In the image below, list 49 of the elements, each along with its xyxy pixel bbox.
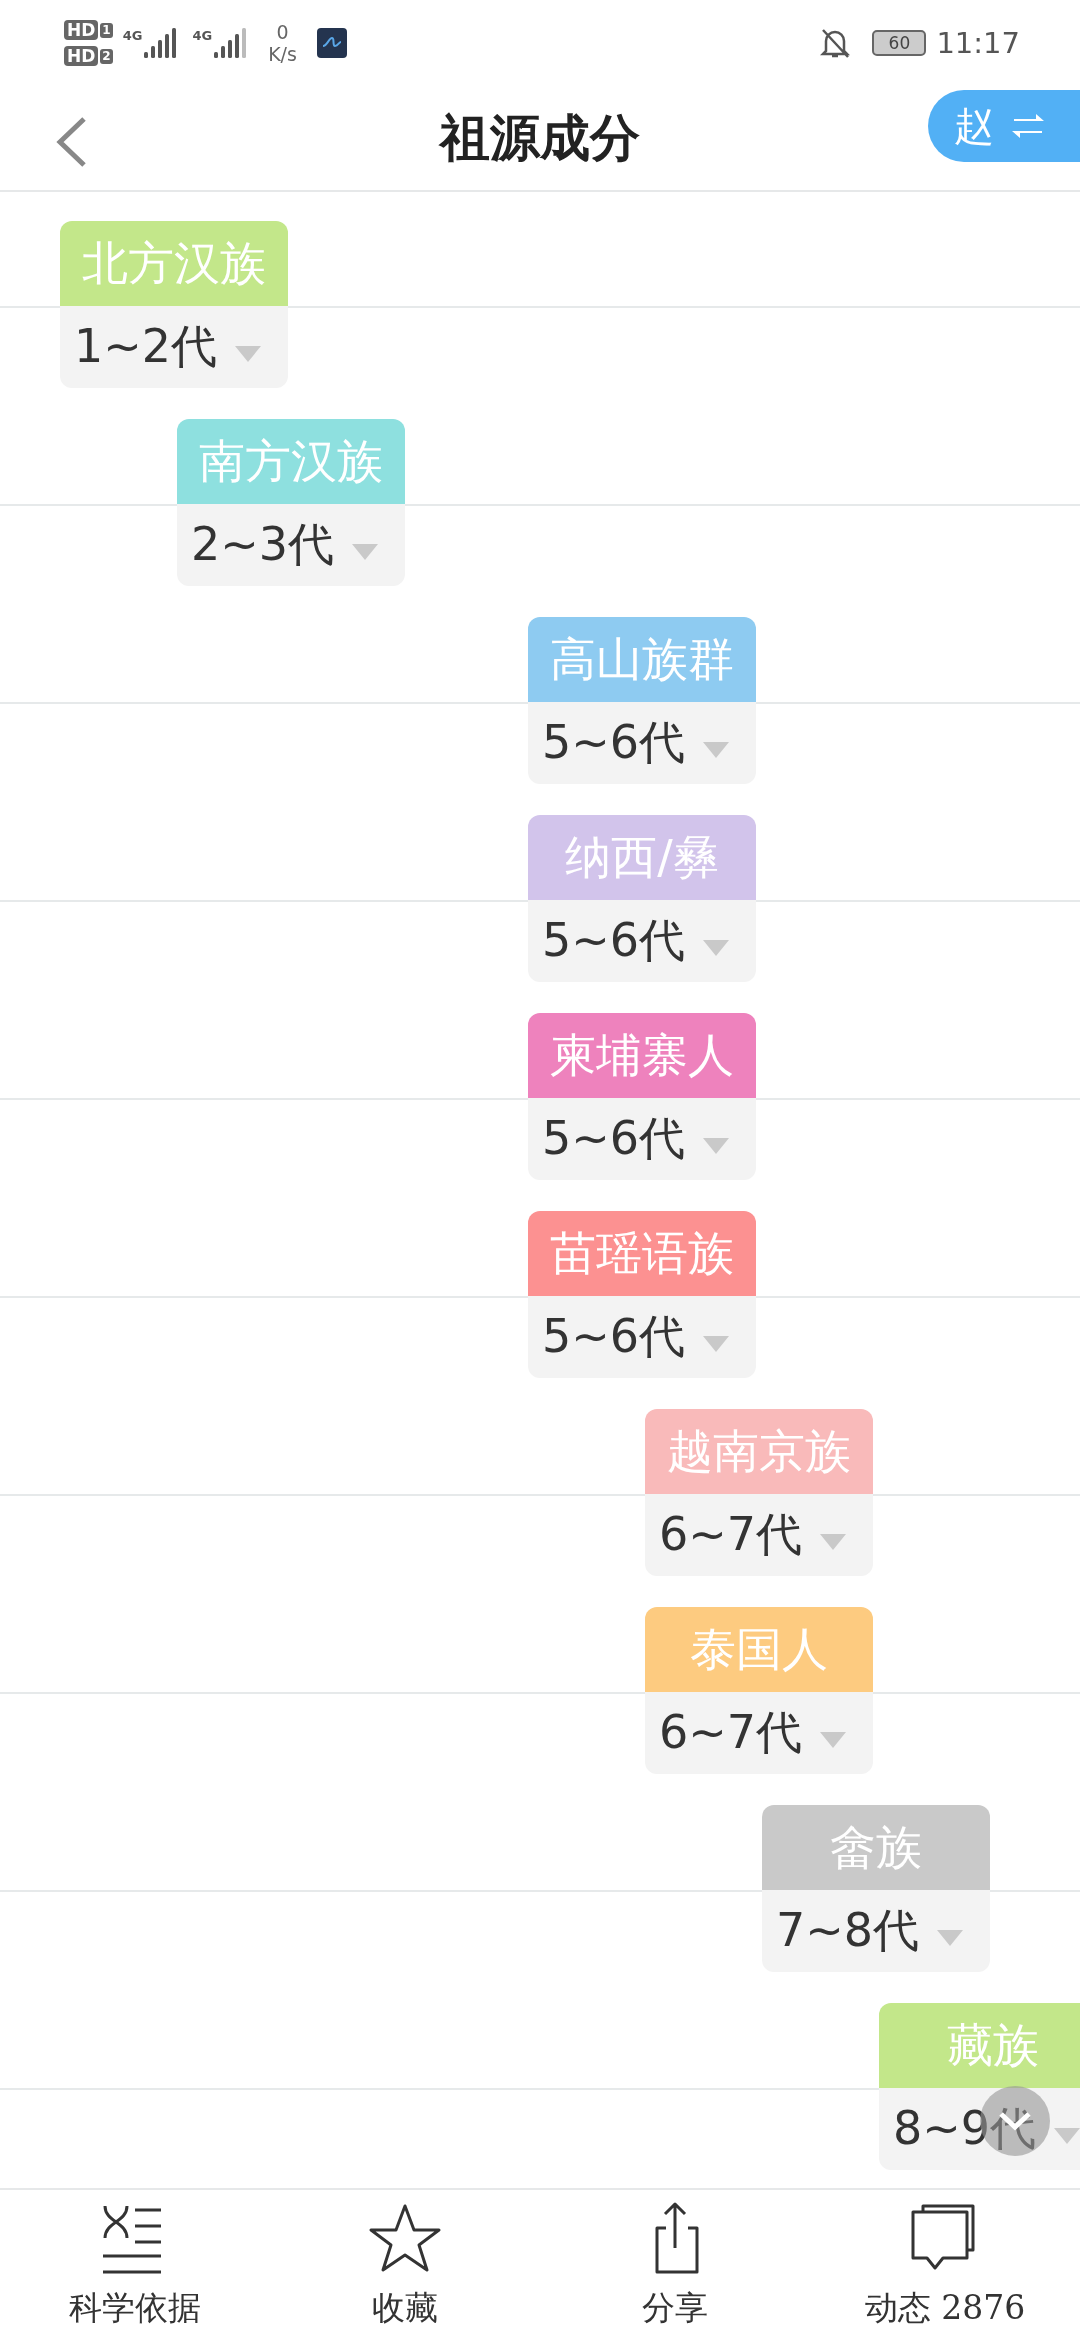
ancestry-label: 高山族群 xyxy=(528,617,756,702)
ancestry-label: 纳西/彝 xyxy=(528,815,756,900)
app-icon xyxy=(316,28,347,58)
bell-off-icon xyxy=(820,27,851,59)
caret-icon xyxy=(703,940,730,956)
nav-item[interactable]: 科学依据 xyxy=(0,2190,270,2338)
generation-dropdown[interactable]: 7~8代 xyxy=(762,1890,990,1972)
sim-badge: HD xyxy=(64,46,99,66)
signal-icon xyxy=(214,28,249,58)
caret-icon xyxy=(235,346,262,362)
caret-icon xyxy=(820,1534,847,1550)
generation-dropdown[interactable]: 5~6代 xyxy=(528,1098,756,1180)
caret-icon xyxy=(820,1732,847,1748)
generation-dropdown[interactable]: 6~7代 xyxy=(645,1692,873,1774)
swap-icon xyxy=(1010,111,1046,141)
speed-unit: K/s xyxy=(268,43,297,65)
caret-icon xyxy=(703,1138,730,1154)
generation-dropdown[interactable]: 5~6代 xyxy=(528,1296,756,1378)
speed-value: 0 xyxy=(276,21,289,43)
sim-index: 1 xyxy=(100,22,113,38)
chevron-icon xyxy=(998,2111,1032,2131)
caret-icon xyxy=(937,1930,964,1946)
ancestry-label: 苗瑶语族 xyxy=(528,1211,756,1296)
caret-icon xyxy=(1054,2128,1080,2144)
ancestry-label: 北方汉族 xyxy=(60,221,288,306)
generation-dropdown[interactable]: 5~6代 xyxy=(528,702,756,784)
ancestry-label: 泰国人 xyxy=(645,1607,873,1692)
generation-dropdown[interactable]: 2~3代 xyxy=(177,504,405,586)
ancestry-label: 越南京族 xyxy=(645,1409,873,1494)
ancestry-label: 南方汉族 xyxy=(177,419,405,504)
battery-icon: 60 xyxy=(872,30,927,56)
sim-index: 2 xyxy=(100,48,113,64)
ancestry-label: 藏族 xyxy=(879,2003,1080,2088)
caret-icon xyxy=(703,1336,730,1352)
ancestry-label: 柬埔寨人 xyxy=(528,1013,756,1098)
generation-dropdown[interactable]: 6~7代 xyxy=(645,1494,873,1576)
generation-dropdown[interactable]: 5~6代 xyxy=(528,900,756,982)
caret-icon xyxy=(703,742,730,758)
nav-item[interactable]: 收藏 xyxy=(270,2190,540,2338)
clock-time: 11:17 xyxy=(936,26,1020,60)
signal-icon xyxy=(144,28,179,58)
page-title: 祖源成分 xyxy=(440,106,640,169)
caret-icon xyxy=(352,544,379,560)
network-type: 4G xyxy=(122,28,143,43)
network-type: 4G xyxy=(192,28,213,43)
generation-dropdown[interactable]: 1~2代 xyxy=(60,306,288,388)
nav-item[interactable]: 分享 xyxy=(540,2190,810,2338)
nav-item[interactable]: 动态 2876 xyxy=(810,2190,1080,2338)
sim-badge: HD xyxy=(64,20,99,40)
